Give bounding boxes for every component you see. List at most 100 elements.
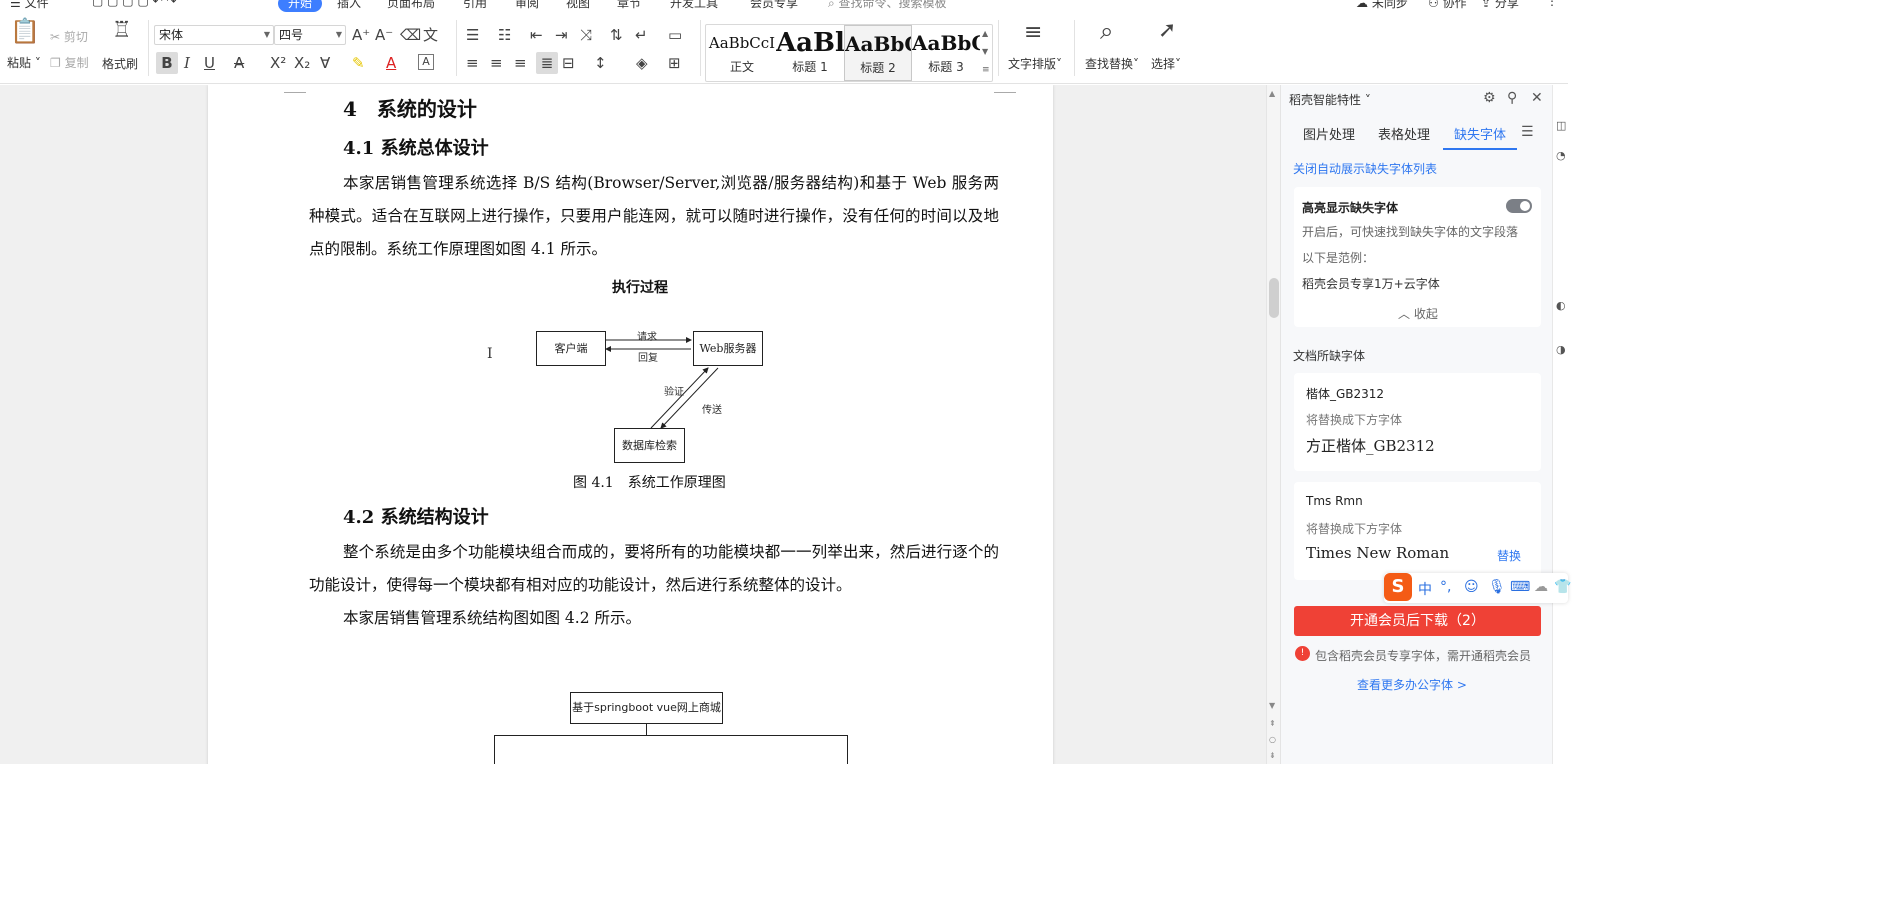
replace-button[interactable]: 替换 xyxy=(1497,547,1521,564)
style-heading1[interactable]: AaBl 标题 1 xyxy=(776,25,844,81)
sync-status[interactable]: ☁ 未同步 xyxy=(1356,0,1408,11)
paste-button[interactable]: 粘贴 ˅ xyxy=(7,54,41,71)
share-button[interactable]: ⇪ 分享 xyxy=(1481,0,1519,11)
bold-icon[interactable]: B xyxy=(156,52,178,74)
scroll-down-icon[interactable]: ▼ xyxy=(1269,701,1275,710)
tab-chapter[interactable]: 章节 xyxy=(617,0,641,11)
font-size-select[interactable]: 四号 ▼ xyxy=(274,25,346,45)
highlight-icon[interactable]: ✎ xyxy=(352,54,365,72)
punctuation-icon[interactable]: °, xyxy=(1440,579,1451,595)
text-effect-icon[interactable]: Ɐ xyxy=(320,54,330,72)
italic-icon[interactable]: I xyxy=(184,54,190,72)
format-painter-button[interactable]: 格式刷 xyxy=(102,55,138,72)
select-button[interactable]: 选择˅ xyxy=(1151,55,1181,72)
tab-image-processing[interactable]: 图片处理 xyxy=(1303,124,1355,143)
distribute-icon[interactable]: ⊟ xyxy=(562,54,575,72)
rail-icon[interactable]: ◐ xyxy=(1556,299,1566,312)
shading-icon[interactable]: ◈ xyxy=(636,54,648,72)
search-icon[interactable]: ⌕ xyxy=(1100,19,1113,43)
tab-devtools[interactable]: 开发工具 xyxy=(670,0,718,11)
ruler-icon[interactable]: ▭ xyxy=(668,26,682,44)
align-left-icon[interactable]: ≡ xyxy=(466,54,479,72)
skin-icon[interactable]: ☁ xyxy=(1534,579,1548,595)
text-layout-button[interactable]: 文字排版˅ xyxy=(1008,55,1062,72)
text-layout-icon[interactable]: ≡ xyxy=(1024,22,1042,44)
style-heading2[interactable]: AaBbC 标题 2 xyxy=(844,25,912,81)
vertical-scrollbar[interactable]: ▲ ▼ ⇞ ○ ⇟ xyxy=(1266,85,1280,764)
menu-file[interactable]: ☰ 文件 ˅ xyxy=(10,0,58,11)
strikethrough-icon[interactable]: A xyxy=(234,54,244,72)
collab-button[interactable]: ⚇ 协作 xyxy=(1428,0,1467,11)
scroll-thumb[interactable] xyxy=(1269,278,1279,318)
expand-styles-icon[interactable]: ≡ xyxy=(982,65,990,75)
subscript-icon[interactable]: X₂ xyxy=(294,54,310,72)
rail-icon[interactable]: ◔ xyxy=(1556,149,1566,162)
clear-format-icon[interactable]: ⌫ xyxy=(400,26,421,44)
menu-icon[interactable]: ☰ xyxy=(1521,124,1534,140)
tab-missing-fonts[interactable]: 缺失字体 xyxy=(1454,124,1506,143)
tab-table-processing[interactable]: 表格处理 xyxy=(1378,124,1430,143)
download-button[interactable]: 开通会员后下载（2） xyxy=(1294,606,1541,636)
cursor-icon[interactable]: ➚ xyxy=(1158,20,1176,42)
panel-title[interactable]: 稻壳智能特性 ˅ xyxy=(1289,91,1371,108)
style-normal[interactable]: AaBbCcI 正文 xyxy=(708,25,776,81)
more-fonts-link[interactable]: 查看更多办公字体 > xyxy=(1357,676,1467,693)
pin-icon[interactable]: ⚲ xyxy=(1507,90,1517,106)
ime-language[interactable]: 中 xyxy=(1418,579,1432,599)
scroll-up-icon[interactable]: ▲ xyxy=(1269,89,1275,98)
sort-icon[interactable]: ⇅ xyxy=(610,26,623,44)
font-grow-icon[interactable]: A⁺ xyxy=(352,26,370,44)
save-icon[interactable]: ▢ ▢ ▢ ▢ ↶ ↷ ˅ xyxy=(92,0,186,8)
tab-member[interactable]: 会员专享 xyxy=(750,0,798,11)
chevron-down-icon[interactable]: ▼ xyxy=(982,47,988,56)
align-center-icon[interactable]: ≡ xyxy=(490,54,503,72)
keyboard-icon[interactable]: ⌨ xyxy=(1510,579,1530,595)
tab-start[interactable]: 开始 xyxy=(278,0,323,12)
font-color-icon[interactable]: A xyxy=(386,54,396,72)
align-right-icon[interactable]: ≡ xyxy=(514,54,527,72)
format-painter-icon[interactable]: ♖ xyxy=(112,20,132,42)
bullet-list-icon[interactable]: ☰ xyxy=(466,26,479,44)
superscript-icon[interactable]: X² xyxy=(270,54,286,72)
paste-icon[interactable]: 📋 xyxy=(10,19,40,43)
document-area[interactable]: 4 系统的设计 4.1 系统总体设计 本家居销售管理系统选择 B/S 结构(Br… xyxy=(0,85,1266,764)
document-page[interactable]: 4 系统的设计 4.1 系统总体设计 本家居销售管理系统选择 B/S 结构(Br… xyxy=(208,85,1053,764)
increase-indent-icon[interactable]: ⇥ xyxy=(555,26,568,44)
paragraph-mark-icon[interactable]: ↵ xyxy=(635,26,648,44)
font-shrink-icon[interactable]: A⁻ xyxy=(375,26,393,44)
close-icon[interactable]: ✕ xyxy=(1531,90,1543,106)
page-select-icon[interactable]: ○ xyxy=(1269,735,1276,744)
font-name-select[interactable]: 宋体 ▼ xyxy=(154,25,274,45)
justify-icon[interactable]: ≣ xyxy=(536,52,558,74)
collapse-button[interactable]: ︿ 收起 xyxy=(1398,305,1438,322)
ime-logo-icon[interactable]: S xyxy=(1384,573,1412,601)
border-icon[interactable]: ⊞ xyxy=(668,54,681,72)
tab-reference[interactable]: 引用 xyxy=(463,0,487,11)
decrease-indent-icon[interactable]: ⇤ xyxy=(530,26,543,44)
close-auto-show-link[interactable]: 关闭自动展示缺失字体列表 xyxy=(1293,160,1437,177)
tab-review[interactable]: 审阅 xyxy=(515,0,539,11)
gear-icon[interactable]: ⚙ xyxy=(1483,90,1496,106)
next-page-icon[interactable]: ⇟ xyxy=(1269,751,1276,760)
text-direction-icon[interactable]: ⤨ xyxy=(580,26,592,44)
highlight-toggle[interactable] xyxy=(1506,199,1532,213)
tab-view[interactable]: 视图 xyxy=(566,0,590,11)
shirt-icon[interactable]: 👕 xyxy=(1554,579,1571,595)
style-heading3[interactable]: AaBbC 标题 3 xyxy=(912,25,980,81)
rail-icon[interactable]: ◑ xyxy=(1556,343,1566,356)
underline-icon[interactable]: U xyxy=(204,54,215,72)
find-replace-button[interactable]: 查找替换˅ xyxy=(1085,55,1139,72)
cut-button[interactable]: ✂ 剪切 xyxy=(50,28,88,45)
phonetic-icon[interactable]: 文 xyxy=(423,26,438,44)
ime-toolbar[interactable]: S 中 °, ☺ 🎙 ⌨ ☁ 👕 xyxy=(1384,573,1571,603)
more-icon[interactable]: ⋮ xyxy=(1546,0,1558,8)
microphone-icon[interactable]: 🎙 xyxy=(1488,579,1506,595)
rail-icon[interactable]: ◫ xyxy=(1556,119,1566,132)
numbered-list-icon[interactable]: ☷ xyxy=(498,26,511,44)
chevron-up-icon[interactable]: ▲ xyxy=(982,29,988,38)
prev-page-icon[interactable]: ⇞ xyxy=(1269,719,1276,728)
emoji-icon[interactable]: ☺ xyxy=(1464,579,1479,595)
copy-button[interactable]: ❐ 复制 xyxy=(50,54,89,71)
char-border-icon[interactable]: A xyxy=(418,54,434,70)
command-search[interactable]: ⌕ 查找命令、搜索模板 xyxy=(828,0,947,11)
